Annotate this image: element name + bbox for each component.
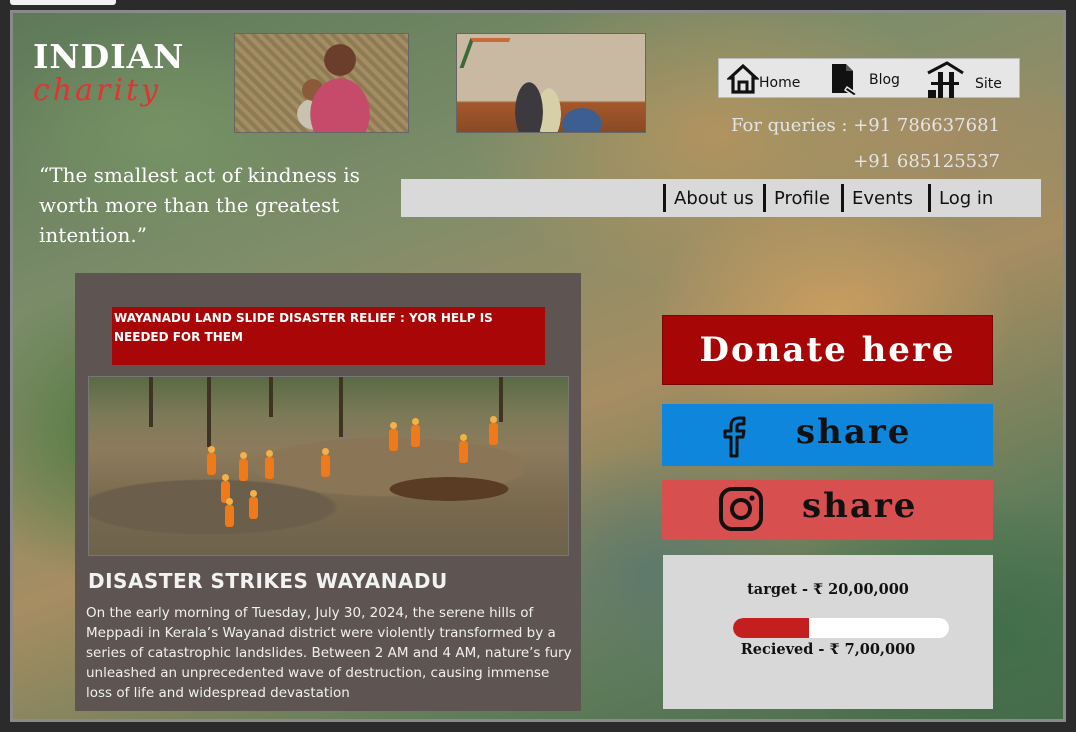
menu-events[interactable]: Events xyxy=(841,184,913,212)
contact-info: For queries : +91 786637681 +91 68512553… xyxy=(700,108,1000,180)
mother-child-photo xyxy=(234,33,409,133)
facebook-icon xyxy=(720,414,750,467)
icon-nav: Home Blog Site xyxy=(718,58,1020,98)
queries-phone-2: +91 685125537 xyxy=(853,151,1000,172)
menu-log-in[interactable]: Log in xyxy=(928,184,993,212)
blog-icon xyxy=(829,63,861,97)
fundraising-target: target - ₹ 20,00,000 xyxy=(747,581,909,598)
relief-banner[interactable]: WAYANADU LAND SLIDE DISASTER RELIEF : YO… xyxy=(112,307,545,365)
instagram-share-button[interactable]: share xyxy=(662,480,993,540)
instagram-icon xyxy=(718,486,764,541)
article-title: DISASTER STRIKES WAYANADU xyxy=(88,569,448,593)
nav-home[interactable]: Home xyxy=(727,63,800,95)
fundraising-progress-bar xyxy=(733,618,949,638)
nav-blog-label: Blog xyxy=(869,72,900,88)
rescue-photo xyxy=(88,376,569,556)
children-photo xyxy=(456,33,646,133)
instagram-share-label: share xyxy=(802,486,918,526)
nav-site-label: Site xyxy=(975,76,1002,92)
nav-blog[interactable]: Blog xyxy=(829,63,900,97)
logo-title: INDIAN xyxy=(33,37,185,76)
article-body: On the early morning of Tuesday, July 30… xyxy=(86,605,572,701)
main-menu: About us Profile Events Log in xyxy=(401,179,1041,217)
menu-profile[interactable]: Profile xyxy=(763,184,830,212)
browser-tab-stub xyxy=(10,0,116,5)
queries-phone-1: For queries : +91 786637681 xyxy=(731,115,1000,136)
fundraising-received: Recieved - ₹ 7,00,000 xyxy=(740,641,916,658)
menu-about-us[interactable]: About us xyxy=(663,184,754,212)
fundraising-progress-fill xyxy=(733,618,809,638)
page-frame: INDIAN charity Home Blog Site For querie… xyxy=(10,10,1066,722)
facebook-share-button[interactable]: share xyxy=(662,404,993,466)
site-logo[interactable]: INDIAN charity xyxy=(33,39,203,107)
nav-site[interactable]: Site xyxy=(925,60,1002,98)
logo-subtitle: charity xyxy=(33,73,161,108)
site-icon xyxy=(925,60,965,98)
donate-button[interactable]: Donate here xyxy=(662,315,993,385)
nav-home-label: Home xyxy=(759,75,801,91)
facebook-share-label: share xyxy=(796,412,912,452)
kindness-quote: “The smallest act of kindness is worth m… xyxy=(39,163,360,247)
fundraising-card: target - ₹ 20,00,000 Recieved - ₹ 7,00,0… xyxy=(663,555,993,709)
home-icon xyxy=(727,63,759,95)
news-article: WAYANADU LAND SLIDE DISASTER RELIEF : YO… xyxy=(75,273,581,711)
